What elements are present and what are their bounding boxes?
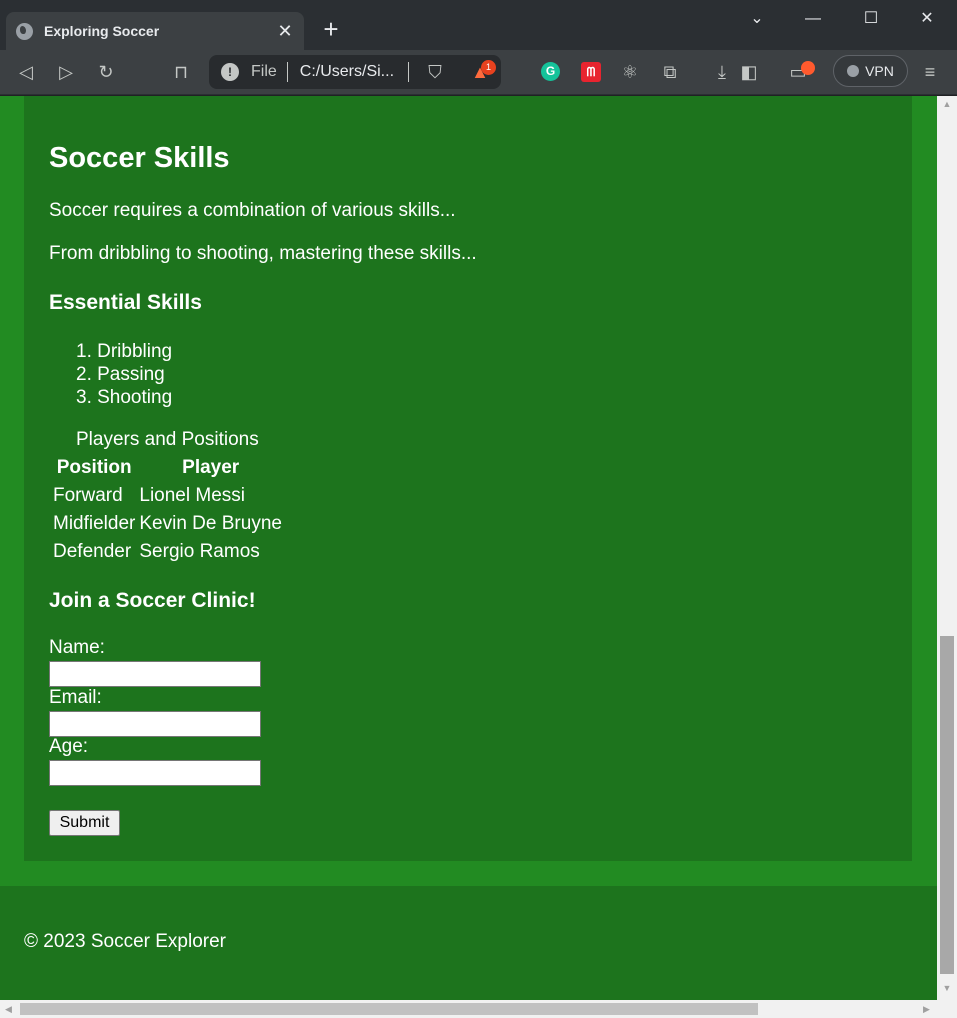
browser-toolbar: ◁ ▷ ↻ ⊓ ! File C:/Users/Si... ⛉ ▲ ⤓ ⚛ ⧉ …: [0, 50, 957, 95]
download-icon[interactable]: ⤓: [710, 60, 734, 84]
extensions-icon[interactable]: ⧉: [658, 60, 682, 84]
tab-title: Exploring Soccer: [44, 23, 160, 39]
url-divider: [286, 62, 288, 82]
page-footer: © 2023 Soccer Explorer: [0, 886, 937, 1000]
intro-paragraph: Soccer requires a combination of various…: [49, 200, 456, 221]
mendeley-icon[interactable]: ᗰ: [581, 62, 601, 82]
tab-search-icon[interactable]: ⌄: [742, 6, 772, 32]
url-text: C:/Users/Si...: [299, 63, 395, 80]
email-label: Email:: [49, 687, 102, 708]
forward-icon[interactable]: ▷: [54, 60, 78, 84]
list-item: 2. Passing: [76, 364, 165, 385]
column-header-position: Position: [56, 457, 132, 478]
address-bar[interactable]: ! File C:/Users/Si...: [209, 55, 501, 89]
main-section: Soccer Skills Soccer requires a combinat…: [24, 96, 912, 861]
name-label: Name:: [49, 637, 105, 658]
table-cell: Forward: [53, 485, 123, 506]
tab-exploring-soccer[interactable]: Exploring Soccer ✕: [6, 12, 304, 50]
new-tab-button[interactable]: +: [318, 16, 344, 42]
back-icon[interactable]: ◁: [14, 60, 38, 84]
table-cell: Defender: [53, 541, 132, 562]
age-label: Age:: [49, 736, 89, 757]
minimize-button[interactable]: —: [798, 6, 828, 32]
vpn-status-icon: [847, 65, 860, 77]
essential-skills-heading: Essential Skills: [49, 291, 202, 314]
scroll-right-icon[interactable]: ▶: [918, 1000, 935, 1018]
vertical-scroll-thumb[interactable]: [940, 636, 954, 974]
submit-button[interactable]: Submit: [49, 810, 120, 836]
table-header-row: Position Player: [52, 455, 283, 481]
globe-icon: [16, 22, 33, 40]
vpn-label: VPN: [865, 63, 894, 79]
table-cell: Sergio Ramos: [139, 541, 260, 562]
wallet-notification-dot: [801, 61, 815, 75]
list-item: 3. Shooting: [76, 387, 173, 408]
table-row: Defender Sergio Ramos: [52, 539, 283, 565]
maximize-button[interactable]: ☐: [856, 6, 886, 32]
copyright-text: © 2023 Soccer Explorer: [24, 931, 226, 952]
bookmark-icon[interactable]: ⊓: [169, 60, 193, 84]
scroll-up-icon[interactable]: ▲: [937, 96, 957, 113]
horizontal-scrollbar[interactable]: ◀ ▶: [0, 1000, 957, 1018]
grammarly-icon[interactable]: G: [541, 62, 560, 81]
page-title: Soccer Skills: [49, 142, 230, 174]
menu-icon[interactable]: ≡: [918, 60, 942, 84]
rewards-badge: 1: [481, 60, 496, 75]
skills-list: 1. Dribbling 2. Passing 3. Shooting: [76, 340, 172, 409]
vertical-scrollbar[interactable]: ▲ ▼: [937, 96, 957, 1000]
skills-paragraph: From dribbling to shooting, mastering th…: [49, 243, 477, 264]
name-field[interactable]: [49, 661, 261, 687]
email-field[interactable]: [49, 711, 261, 737]
table-cell: Kevin De Bruyne: [139, 513, 282, 534]
age-field[interactable]: [49, 760, 261, 786]
react-devtools-icon[interactable]: ⚛: [618, 60, 642, 84]
vpn-button[interactable]: VPN: [833, 55, 908, 87]
table-cell: Lionel Messi: [139, 485, 245, 506]
horizontal-scroll-thumb[interactable]: [20, 1003, 758, 1015]
info-icon[interactable]: !: [221, 63, 239, 81]
sidebar-icon[interactable]: ◧: [737, 60, 761, 84]
list-item: 1. Dribbling: [76, 341, 173, 362]
players-table: Position Player Forward Lionel Messi Mid…: [50, 453, 285, 567]
close-window-button[interactable]: ✕: [912, 6, 942, 32]
url-scheme-label: File: [251, 63, 277, 80]
table-row: Midfielder Kevin De Bruyne: [52, 511, 283, 537]
page-viewport: Soccer Skills Soccer requires a combinat…: [0, 96, 937, 1000]
brave-shield-icon[interactable]: ⛉: [423, 60, 447, 84]
tab-close-icon[interactable]: ✕: [276, 21, 294, 42]
scroll-down-icon[interactable]: ▼: [937, 980, 957, 997]
table-row: Forward Lionel Messi: [52, 483, 283, 509]
table-cell: Midfielder: [53, 513, 136, 534]
url-divider-2: [408, 62, 410, 82]
tab-strip: Exploring Soccer ✕ + ⌄ — ☐ ✕: [0, 0, 957, 50]
reload-icon[interactable]: ↻: [94, 60, 118, 84]
clinic-heading: Join a Soccer Clinic!: [49, 589, 256, 612]
table-caption: Players and Positions: [76, 429, 259, 450]
column-header-player: Player: [182, 457, 240, 478]
scroll-left-icon[interactable]: ◀: [0, 1000, 17, 1018]
